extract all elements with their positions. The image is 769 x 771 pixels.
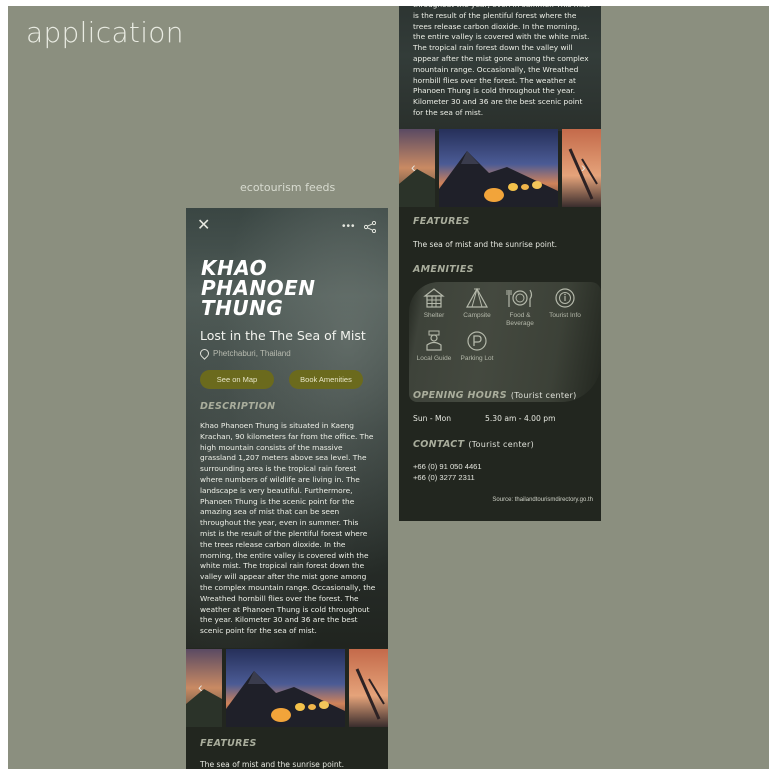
contact-note: (Tourist center) [468,440,534,449]
share-icon[interactable] [363,220,377,238]
contact-title: CONTACT [413,439,465,450]
title-line: KHAO [201,256,268,280]
gallery-photo-main[interactable] [226,649,345,727]
gallery-photo-next[interactable] [349,649,388,727]
features-text: The sea of mist and the sunrise point. [200,760,345,769]
features-heading: FEATURES [200,738,257,749]
amenity-parking[interactable]: Parking Lot [456,330,498,363]
contact-heading: CONTACT (Tourist center) [413,439,534,450]
location-text: Phetchaburi, Thailand [213,349,291,358]
photo-gallery[interactable]: ‹ [186,649,388,727]
phone-number[interactable]: +66 (0) 3277 2311 [413,473,475,482]
gallery-prev-arrow-icon[interactable]: ‹ [411,159,416,175]
hours-time: 5.30 am - 4.00 pm [485,414,556,423]
app-title: application [26,16,184,49]
features-heading: FEATURES [413,216,470,227]
amenity-label: Food & Beverage [506,312,534,327]
source-credit: Source: thailandtourismdirectory.go.th [492,497,593,503]
features-text: The sea of mist and the sunrise point. [413,240,558,249]
amenity-shelter[interactable]: Shelter [413,287,455,320]
photo-gallery[interactable]: ‹ › [399,129,601,207]
gallery-prev-arrow-icon[interactable]: ‹ [198,679,203,695]
detail-screen-top: ✕ ••• KHAO PHANOEN THUNG Lost in the The… [186,208,388,769]
amenity-label: Tourist Info [549,312,581,319]
amenity-label: Shelter [423,312,445,319]
amenity-label: Local Guide [416,355,452,362]
gallery-photo-main[interactable] [439,129,558,207]
shelter-icon [423,288,445,308]
book-amenities-button[interactable]: Book Amenities [289,370,363,389]
more-icon[interactable]: ••• [342,222,356,232]
gallery-photo-prev[interactable] [186,649,222,727]
opening-hours-heading: OPENING HOURS (Tourist center) [413,390,577,401]
close-icon[interactable]: ✕ [197,218,210,234]
guide-icon [426,330,442,351]
parking-icon [467,331,487,351]
gallery-photo-prev[interactable] [399,129,435,207]
title-line: THUNG [201,296,284,320]
see-on-map-button[interactable]: See on Map [200,370,274,389]
canvas: application ecotourism feeds ✕ ••• KHAO … [8,6,769,769]
place-title: KHAO PHANOEN THUNG [201,258,381,318]
amenity-campsite[interactable]: Campsite [456,287,498,320]
amenity-label: Parking Lot [460,355,494,362]
amenity-tourist-info[interactable]: Tourist Info [544,287,586,320]
opening-hours-note: (Tourist center) [510,391,577,400]
title-line: PHANOEN [201,276,316,300]
amenity-local-guide[interactable]: Local Guide [413,330,455,363]
amenity-food[interactable]: Food & Beverage [499,287,541,328]
gallery-next-arrow-icon[interactable]: › [581,159,586,175]
description-text: Khao Phanoen Thung is situated in Kaeng … [200,421,376,636]
place-subtitle: Lost in the The Sea of Mist [200,328,366,343]
tent-icon [465,287,489,308]
info-icon [555,288,575,308]
phone-number[interactable]: +66 (0) 91 050 4461 [413,462,482,471]
detail-screen-scrolled: throughout the year, even in summer. Thi… [399,6,601,521]
opening-hours-title: OPENING HOURS [413,390,507,401]
location-pin-icon [198,347,211,360]
description-text-tail: throughout the year, even in summer. Thi… [413,6,590,117]
hours-days: Sun - Mon [413,414,452,423]
location-row: Phetchaburi, Thailand [198,347,291,360]
food-icon [506,289,533,307]
amenities-heading: AMENITIES [413,264,474,275]
amenity-label: Campsite [463,312,491,319]
description-heading: DESCRIPTION [200,401,276,412]
feeds-label: ecotourism feeds [240,181,336,194]
